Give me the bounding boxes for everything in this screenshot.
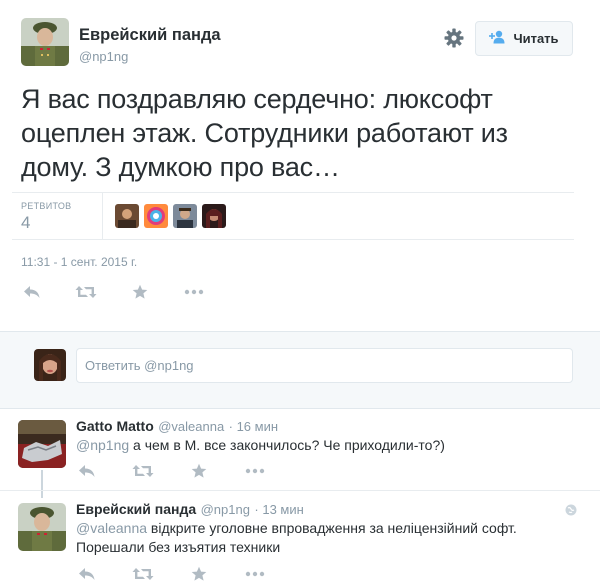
more-icon[interactable] — [244, 565, 266, 583]
reply-actions — [76, 565, 266, 583]
author-name[interactable]: Еврейский панда — [79, 26, 221, 45]
reply-author-handle[interactable]: @valeanna — [158, 419, 224, 434]
reply-header: Gatto Matto @valeanna · 16 мин — [76, 418, 278, 436]
author-handle[interactable]: @np1ng — [79, 49, 128, 64]
retweeter-avatars — [115, 204, 226, 228]
retweets-count[interactable]: 4 — [21, 213, 30, 233]
reply-mention[interactable]: @np1ng — [76, 437, 129, 453]
reply-icon[interactable] — [76, 462, 98, 480]
reply-text: @valeanna відкрите уголовне впровадження… — [76, 519, 576, 557]
favorite-icon[interactable] — [188, 565, 210, 583]
reply-avatar[interactable] — [18, 503, 66, 551]
reply-author-name[interactable]: Еврейский панда — [76, 501, 196, 517]
reply-input[interactable]: Ответить @np1ng — [76, 348, 573, 383]
reply-mention[interactable]: @valeanna — [76, 520, 147, 536]
globe-icon — [565, 503, 577, 516]
reply-header: Еврейский панда @np1ng · 13 мин — [76, 501, 304, 519]
retweeter-avatar[interactable] — [202, 204, 226, 228]
reply-icon[interactable] — [76, 565, 98, 583]
reply-author-name[interactable]: Gatto Matto — [76, 418, 154, 434]
more-icon[interactable] — [244, 462, 266, 480]
reply-divider — [0, 490, 600, 491]
reply-box: Ответить @np1ng — [0, 331, 600, 409]
stats-divider — [102, 193, 103, 240]
reply-author-handle[interactable]: @np1ng — [201, 502, 250, 517]
reply-item: Gatto Matto @valeanna · 16 мин @np1ng а … — [0, 410, 600, 490]
reply-text: @np1ng а чем в М. все закончилось? Че пр… — [76, 436, 576, 455]
tweet-actions — [21, 283, 205, 301]
tweet-text: Я вас поздравляю сердечно: люксофт оцепл… — [21, 84, 508, 182]
follow-button[interactable]: Читать — [475, 21, 573, 56]
reply-time[interactable]: · 13 мин — [254, 502, 303, 517]
follow-user-icon — [489, 30, 507, 47]
reply-actions — [76, 462, 266, 480]
reply-item: Еврейский панда @np1ng · 13 мин @valeann… — [0, 493, 600, 583]
favorite-icon[interactable] — [129, 283, 151, 301]
retweeter-avatar[interactable] — [144, 204, 168, 228]
author-avatar[interactable] — [21, 18, 69, 66]
reply-icon[interactable] — [21, 283, 43, 301]
follow-label: Читать — [513, 31, 559, 46]
tweet-stats: РЕТВИТОВ 4 — [12, 192, 574, 240]
more-icon[interactable] — [183, 283, 205, 301]
retweets-label: РЕТВИТОВ — [21, 201, 72, 211]
retweet-icon[interactable] — [132, 462, 154, 480]
current-user-avatar — [34, 349, 66, 381]
retweeter-avatar[interactable] — [115, 204, 139, 228]
favorite-icon[interactable] — [188, 462, 210, 480]
reply-avatar[interactable] — [18, 420, 66, 468]
reply-time[interactable]: · 16 мин — [229, 419, 278, 434]
gear-icon[interactable] — [443, 27, 465, 49]
tweet-header: Еврейский панда @np1ng Читать — [21, 18, 581, 70]
retweet-icon[interactable] — [75, 283, 97, 301]
retweet-icon[interactable] — [132, 565, 154, 583]
retweeter-avatar[interactable] — [173, 204, 197, 228]
reply-body: а чем в М. все закончилось? Че приходили… — [129, 437, 445, 453]
tweet-timestamp[interactable]: 11:31 - 1 сент. 2015 г. — [21, 255, 137, 269]
